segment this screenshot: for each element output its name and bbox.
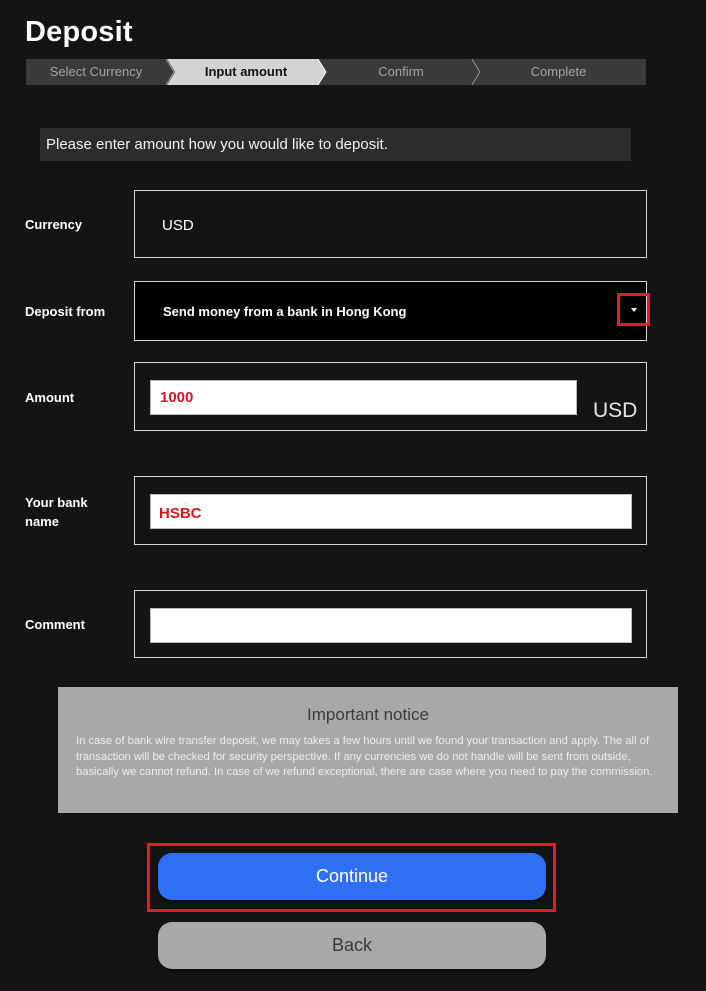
step-complete: Complete (530, 64, 587, 79)
currency-value: USD (162, 217, 194, 234)
comment-input[interactable] (150, 608, 632, 643)
amount-field: 1000 USD (134, 362, 647, 431)
bank-name-input[interactable]: HSBC (150, 494, 632, 529)
page-title: Deposit (25, 16, 133, 48)
step-input-amount: Input amount (204, 64, 288, 79)
bank-name-label: Your bank name (25, 493, 88, 531)
deposit-from-select[interactable]: Send money from a bank in Hong Kong (134, 281, 650, 341)
instruction-banner: Please enter amount how you would like t… (40, 128, 631, 161)
continue-button[interactable]: Continue (158, 853, 546, 900)
instruction-text: Please enter amount how you would like t… (46, 136, 388, 153)
bank-name-label-line2: name (25, 514, 59, 529)
caret-down-icon (631, 308, 637, 312)
comment-field (134, 590, 647, 658)
bank-name-field: HSBC (134, 476, 647, 545)
notice-body: In case of bank wire transfer deposit, w… (76, 735, 653, 778)
amount-input-value: 1000 (160, 389, 194, 406)
deposit-from-selected: Send money from a bank in Hong Kong (163, 304, 407, 319)
bank-name-label-line1: Your bank (25, 495, 88, 510)
comment-label: Comment (25, 617, 85, 632)
amount-label: Amount (25, 390, 75, 405)
currency-field: USD (134, 190, 647, 258)
progress-steps: Select Currency Input amount Confirm Com… (26, 59, 646, 85)
currency-label: Currency (25, 217, 83, 232)
dropdown-toggle[interactable] (617, 293, 650, 326)
bank-name-input-value: HSBC (159, 505, 202, 522)
deposit-from-label: Deposit from (25, 304, 106, 319)
important-notice: Important notice In case of bank wire tr… (58, 687, 678, 813)
step-confirm: Confirm (378, 64, 424, 79)
step-select-currency: Select Currency (49, 64, 143, 79)
back-button[interactable]: Back (158, 922, 546, 969)
amount-unit: USD (593, 399, 638, 422)
notice-title: Important notice (307, 705, 429, 724)
amount-input[interactable]: 1000 (150, 380, 577, 415)
